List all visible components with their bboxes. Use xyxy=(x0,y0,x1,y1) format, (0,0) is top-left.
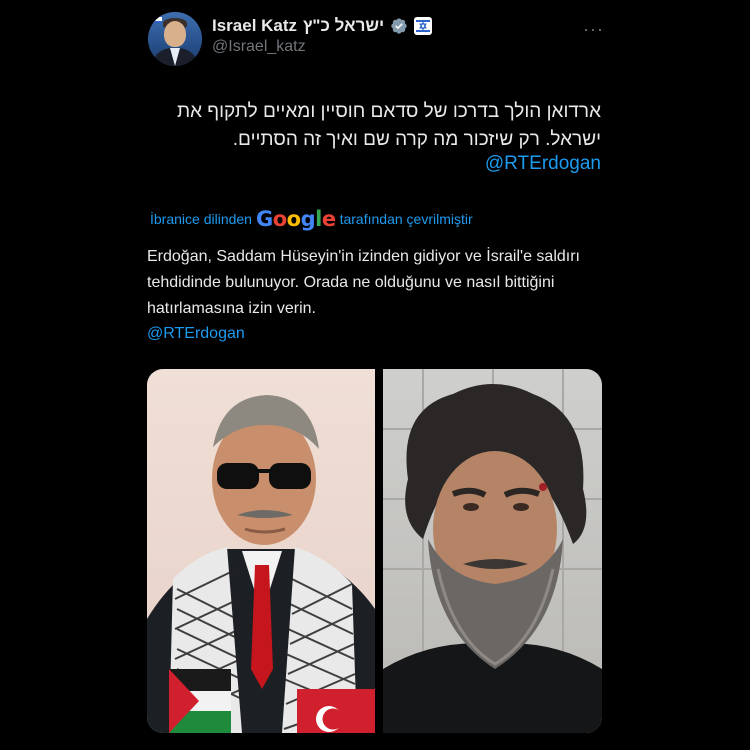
author-handle[interactable]: @Israel_katz xyxy=(212,38,306,56)
author-display-name[interactable]: Israel Katz xyxy=(212,16,297,36)
verified-badge-icon[interactable] xyxy=(390,17,408,35)
translation-suffix: tarafından çevrilmiştir xyxy=(339,211,473,227)
erdogan-photo[interactable] xyxy=(147,369,375,733)
translated-mention-link[interactable]: @RTErdogan xyxy=(147,321,245,347)
more-options-icon[interactable]: ··· xyxy=(583,19,604,40)
israel-gov-emblem-icon[interactable] xyxy=(414,17,433,35)
flag-icon xyxy=(150,15,162,23)
google-logo: Google xyxy=(255,206,336,231)
author-hebrew-name[interactable]: ישראל כ"ץ xyxy=(303,16,384,36)
author-name-row: Israel Katz ישראל כ"ץ xyxy=(212,15,433,37)
translation-attribution[interactable]: İbranice dilinden Google tarafından çevr… xyxy=(150,206,473,232)
translation-prefix: İbranice dilinden xyxy=(150,211,252,227)
avatar[interactable] xyxy=(148,12,202,66)
saddam-photo[interactable] xyxy=(383,369,602,733)
tweet-text-hebrew: ארדואן הולך בדרכו של סדאם חוסיין ומאיים … xyxy=(176,101,601,150)
translated-text: Erdoğan, Saddam Hüseyin'in izinden gidiy… xyxy=(147,248,580,317)
mention-link[interactable]: @RTErdogan xyxy=(485,152,601,176)
tweet-media[interactable] xyxy=(147,369,602,733)
